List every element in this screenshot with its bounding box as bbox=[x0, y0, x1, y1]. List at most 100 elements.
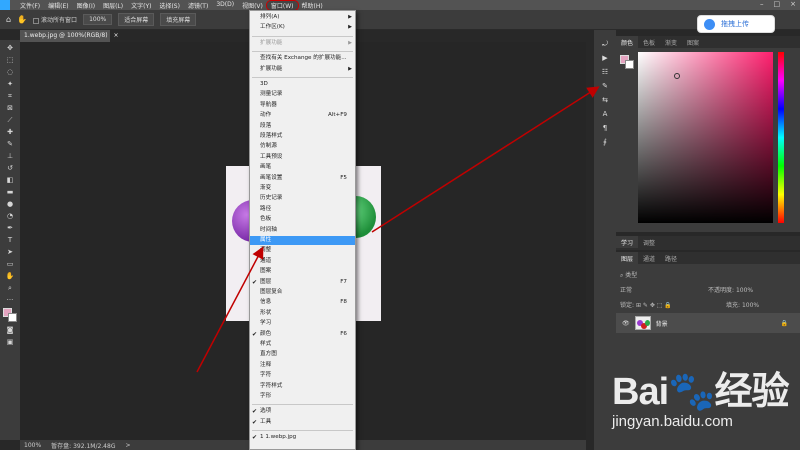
character-panel-icon[interactable]: A bbox=[599, 110, 611, 118]
menu-3[interactable]: 图层(L) bbox=[99, 1, 127, 10]
blur-tool-icon[interactable]: ● bbox=[4, 200, 16, 208]
scroll-all-checkbox[interactable]: 滚动所有窗口 bbox=[33, 15, 77, 24]
minimize-icon[interactable]: – bbox=[760, 0, 764, 8]
eye-icon[interactable]: 👁 bbox=[622, 320, 630, 327]
window-menu-item[interactable]: 图层复合 bbox=[250, 288, 355, 297]
type-tool-icon[interactable]: T bbox=[4, 236, 16, 244]
crop-tool-icon[interactable]: ⌗ bbox=[4, 92, 16, 100]
lock-icons[interactable]: ⊞ ✎ ✥ ⬚ 🔒 bbox=[636, 302, 672, 309]
window-menu-item[interactable]: 调整 bbox=[250, 246, 355, 255]
rectangle-tool-icon[interactable]: ▭ bbox=[4, 260, 16, 268]
status-arrow-icon[interactable]: > bbox=[125, 442, 130, 449]
color-tabs-2[interactable]: 渐变 bbox=[660, 36, 682, 48]
window-menu-item[interactable]: 排列(A) ▶ bbox=[250, 13, 355, 22]
menu-8[interactable]: 视图(V) bbox=[238, 1, 267, 10]
menu-9[interactable]: 窗口(W) bbox=[265, 0, 299, 11]
background-color-swatch[interactable] bbox=[8, 313, 17, 322]
window-menu-item[interactable]: 仿制源 bbox=[250, 142, 355, 151]
menu-5[interactable]: 选择(S) bbox=[155, 1, 184, 10]
stamp-tool-icon[interactable]: ⊥ bbox=[4, 152, 16, 160]
layer-row-background[interactable]: 👁 背景 🔒 bbox=[616, 313, 800, 333]
move-tool-icon[interactable]: ✥ bbox=[4, 44, 16, 52]
window-menu-item[interactable]: 直方图 bbox=[250, 350, 355, 359]
close-icon[interactable]: × bbox=[790, 0, 796, 8]
window-menu-item[interactable]: 路径 bbox=[250, 205, 355, 214]
quick-mask-icon[interactable]: ◙ bbox=[4, 326, 16, 334]
window-menu-item[interactable]: 段落 bbox=[250, 122, 355, 131]
pen-tool-icon[interactable]: ✒ bbox=[4, 224, 16, 232]
window-menu-item[interactable]: 字符 bbox=[250, 371, 355, 380]
window-menu-item[interactable]: ✔ 1 1.webp.jpg bbox=[250, 433, 355, 442]
window-menu-item[interactable]: 动作 Alt+F9 bbox=[250, 111, 355, 120]
hand-tool-icon[interactable]: ✋ bbox=[4, 272, 16, 280]
dodge-tool-icon[interactable]: ◔ bbox=[4, 212, 16, 220]
eraser-tool-icon[interactable]: ◧ bbox=[4, 176, 16, 184]
window-menu-item[interactable]: 属性 bbox=[250, 236, 355, 245]
window-menu-item[interactable]: 历史记录 bbox=[250, 194, 355, 203]
actions-play-icon[interactable]: ▶ bbox=[599, 54, 611, 62]
fill-control[interactable]: 填充: 100% bbox=[726, 300, 759, 309]
window-menu-item[interactable]: 导航器 bbox=[250, 101, 355, 110]
window-menu-item[interactable]: 信息 F8 bbox=[250, 298, 355, 307]
properties-panel-icon[interactable]: ☷ bbox=[599, 68, 611, 76]
brush-panel-icon[interactable]: ✎ bbox=[599, 82, 611, 90]
maximize-icon[interactable]: □ bbox=[774, 0, 781, 8]
window-menu-item[interactable]: 画笔设置 F5 bbox=[250, 174, 355, 183]
adjust-panel-icon[interactable]: ⇆ bbox=[599, 96, 611, 104]
zoom-tool-icon[interactable]: ⌕ bbox=[4, 284, 16, 292]
opacity-value[interactable]: 100% bbox=[736, 287, 753, 294]
color-picker-cursor[interactable] bbox=[674, 73, 680, 79]
menu-0[interactable]: 文件(F) bbox=[16, 1, 44, 10]
paragraph-panel-icon[interactable]: ¶ bbox=[599, 124, 611, 132]
menu-6[interactable]: 滤镜(T) bbox=[184, 1, 212, 10]
window-menu-item[interactable]: 字符样式 bbox=[250, 382, 355, 391]
opacity-control[interactable]: 不透明度: 100% bbox=[708, 285, 753, 294]
gradient-tool-icon[interactable]: ▬ bbox=[4, 188, 16, 196]
window-menu-item[interactable]: ✔ 颜色 F6 bbox=[250, 330, 355, 339]
window-menu-item[interactable]: 时间轴 bbox=[250, 226, 355, 235]
more-tools-icon[interactable]: ··· bbox=[4, 296, 16, 304]
frame-tool-icon[interactable]: ⊠ bbox=[4, 104, 16, 112]
fit-screen-button[interactable]: 适合屏幕 bbox=[118, 13, 155, 26]
menu-2[interactable]: 图像(I) bbox=[73, 1, 99, 10]
color-picker-field[interactable] bbox=[638, 52, 773, 223]
home-icon[interactable]: ⌂ bbox=[6, 15, 11, 24]
menu-10[interactable]: 帮助(H) bbox=[298, 1, 327, 10]
menu-7[interactable]: 3D(D) bbox=[212, 1, 238, 10]
layer-tabs-2[interactable]: 路径 bbox=[660, 252, 682, 264]
color-panel-swatch[interactable] bbox=[620, 55, 634, 69]
window-menu-item[interactable]: 工具预设 bbox=[250, 153, 355, 162]
window-menu-item[interactable]: ✔ 工具 bbox=[250, 418, 355, 427]
window-menu-item[interactable]: 学习 bbox=[250, 319, 355, 328]
foreground-background-swatch[interactable] bbox=[3, 308, 17, 322]
document-tab[interactable]: 1.webp.jpg @ 100%(RGB/8) × bbox=[20, 30, 119, 42]
window-menu-item[interactable]: 测量记录 bbox=[250, 90, 355, 99]
learn-tabs-1[interactable]: 调整 bbox=[638, 236, 660, 248]
layer-tabs-1[interactable]: 通道 bbox=[638, 252, 660, 264]
magic-wand-icon[interactable]: ✦ bbox=[4, 80, 16, 88]
blend-mode-select[interactable]: 正常 bbox=[620, 285, 632, 294]
brush-tool-icon[interactable]: ✎ bbox=[4, 140, 16, 148]
color-tabs-1[interactable]: 色板 bbox=[638, 36, 660, 48]
eyedropper-icon[interactable]: ⟋ bbox=[4, 116, 16, 124]
hue-slider[interactable] bbox=[778, 52, 784, 223]
document-close-icon[interactable]: × bbox=[113, 32, 118, 39]
hand-tool-icon[interactable]: ✋ bbox=[17, 15, 27, 24]
window-menu-item[interactable]: 图案 bbox=[250, 267, 355, 276]
history-panel-icon[interactable]: ⤾ bbox=[599, 40, 611, 48]
window-menu-item[interactable]: 形状 bbox=[250, 309, 355, 318]
window-menu-item[interactable]: ✔ 图层 F7 bbox=[250, 278, 355, 287]
marquee-tool-icon[interactable]: ⬚ bbox=[4, 56, 16, 64]
window-menu-item[interactable]: 样式 bbox=[250, 340, 355, 349]
fill-value[interactable]: 100% bbox=[742, 302, 759, 309]
glyphs-panel-icon[interactable]: ∮ bbox=[599, 138, 611, 146]
history-brush-icon[interactable]: ↺ bbox=[4, 164, 16, 172]
learn-tabs-0[interactable]: 学习 bbox=[616, 236, 639, 248]
drag-upload-button[interactable]: 拖拽上传 bbox=[697, 15, 775, 33]
layer-tabs-0[interactable]: 图层 bbox=[616, 252, 639, 264]
window-menu-item[interactable]: 段落样式 bbox=[250, 132, 355, 141]
window-menu-item[interactable]: 通道 bbox=[250, 257, 355, 266]
menu-1[interactable]: 编辑(E) bbox=[44, 1, 72, 10]
window-menu-item[interactable]: 渐变 bbox=[250, 184, 355, 193]
window-menu-item[interactable]: 3D bbox=[250, 80, 355, 89]
